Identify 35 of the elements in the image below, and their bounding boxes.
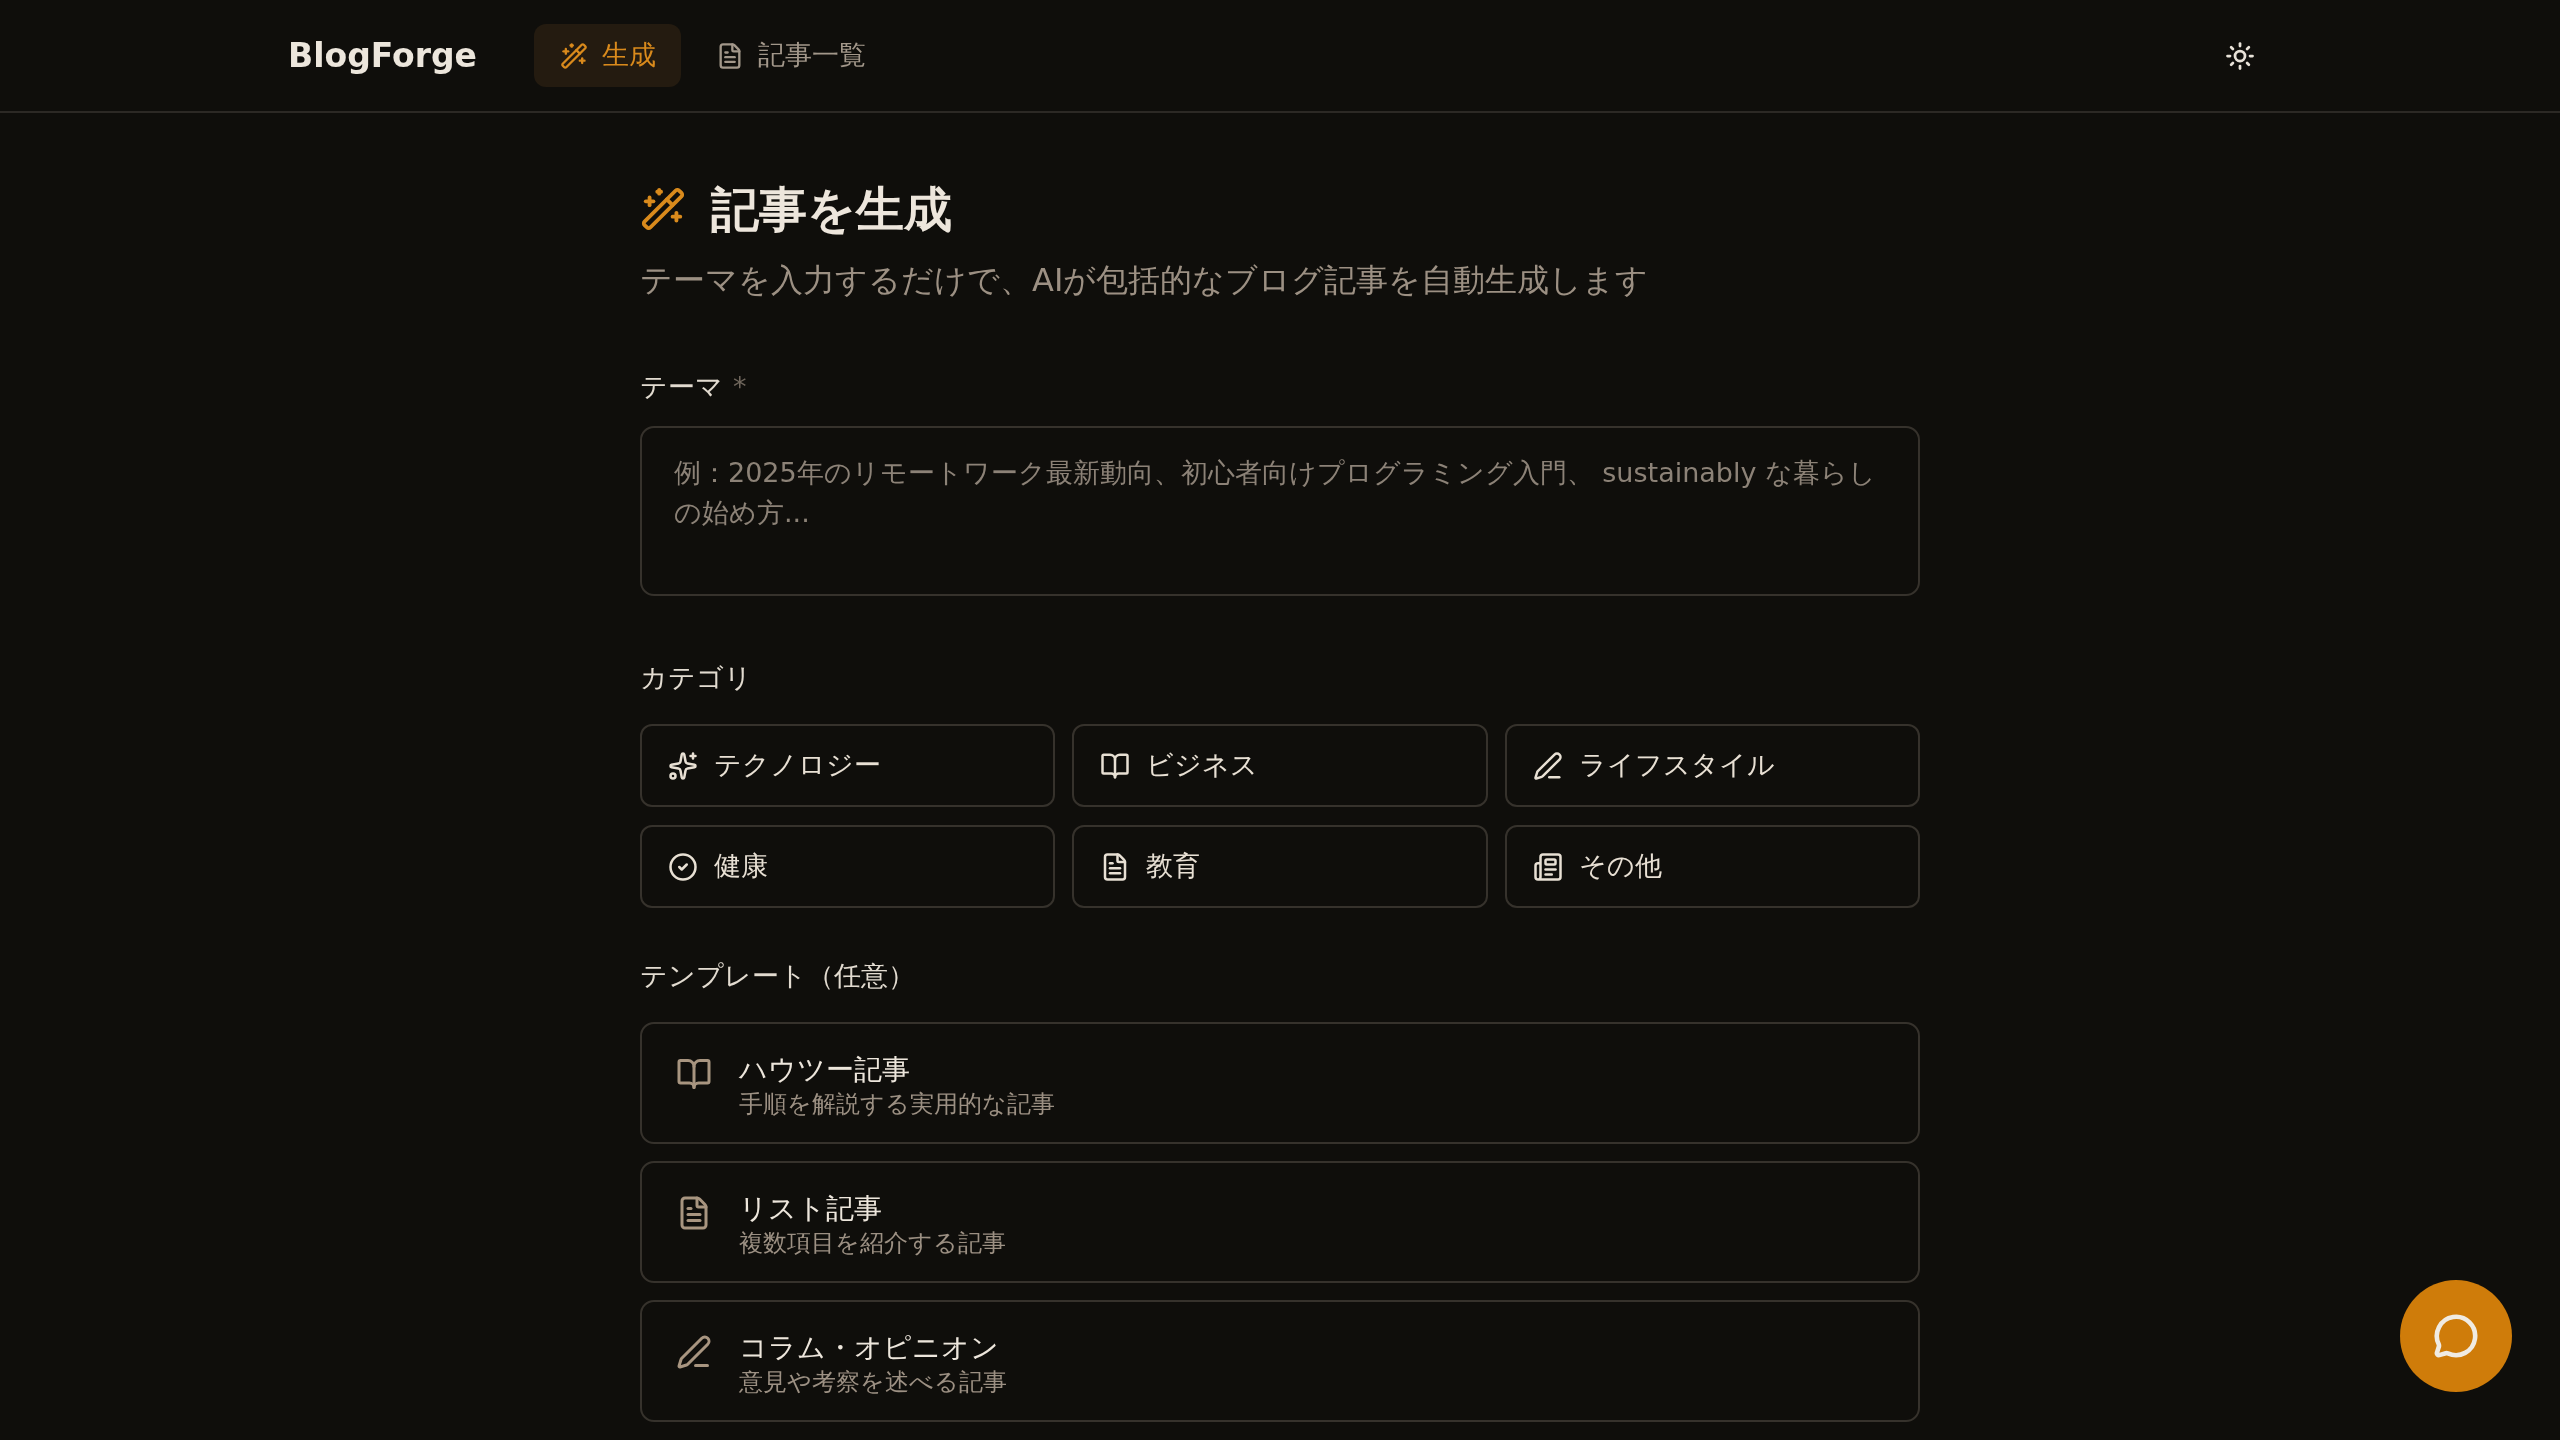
wand-icon [559,41,588,70]
pen-icon [676,1334,712,1370]
template-option[interactable]: コラム・オピニオン 意見や考察を述べる記事 [640,1300,1920,1422]
pen-icon [1532,750,1563,781]
page-subtitle: テーマを入力するだけで、AIが包括的なブログ記事を自動生成します [640,260,1650,301]
template-option[interactable]: ハウツー記事 手順を解説する実用的な記事 [640,1022,1920,1144]
sun-icon [2225,40,2255,71]
template-title: コラム・オピニオン [739,1330,1000,1366]
nav-tab[interactable]: 記事一覧 [689,24,891,87]
category-option[interactable]: テクノロジー [640,724,1056,807]
category-option[interactable]: ビジネス [1072,724,1488,807]
logo[interactable]: BlogForge [288,39,477,72]
wand-icon [640,186,686,232]
nav-tab[interactable]: 生成 [533,24,681,87]
newspaper-icon [1532,851,1563,882]
template-option[interactable]: リスト記事 複数項目を紹介する記事 [640,1161,1920,1283]
template-title: ハウツー記事 [739,1052,911,1088]
category-option[interactable]: 教育 [1072,825,1488,908]
template-description: 手順を解説する実用的な記事 [739,1089,1055,1120]
page-title: 記事を生成 [711,180,952,238]
template-description: 意見や考察を述べる記事 [739,1367,1007,1398]
sparkles-icon [668,750,698,781]
category-option[interactable]: ライフスタイル [1504,724,1920,807]
section-label: テンプレート（任意） [640,959,916,993]
required-mark: * [733,370,747,404]
chat-bubble-icon [2433,1313,2479,1359]
book-icon [676,1056,712,1092]
theme-input[interactable]: 例：2025年のリモートワーク最新動向、初心者向けプログラミング入門、 sustainably な暮らしの始め方... [640,426,1920,596]
category-option[interactable]: その他 [1504,825,1920,908]
field-label: テーマ [640,370,723,404]
template-title: リスト記事 [739,1191,883,1227]
section-label: カテゴリ [640,661,753,695]
check-circle-icon [668,851,698,882]
category-option[interactable]: 健康 [640,825,1056,908]
template-description: 複数項目を紹介する記事 [739,1228,1006,1259]
